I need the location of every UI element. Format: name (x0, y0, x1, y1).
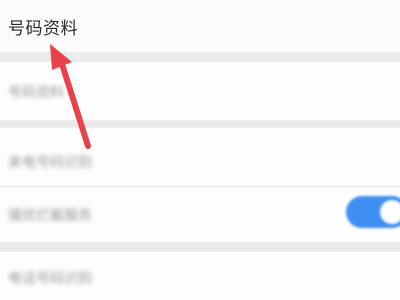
settings-screen: 号码资料 号码资料 来电号码识别 骚扰拦截服务 电话号码识别 (0, 0, 400, 300)
arrow-shaft (59, 61, 91, 149)
arrow-head (50, 44, 72, 70)
arrow-annotation-icon (50, 44, 91, 149)
